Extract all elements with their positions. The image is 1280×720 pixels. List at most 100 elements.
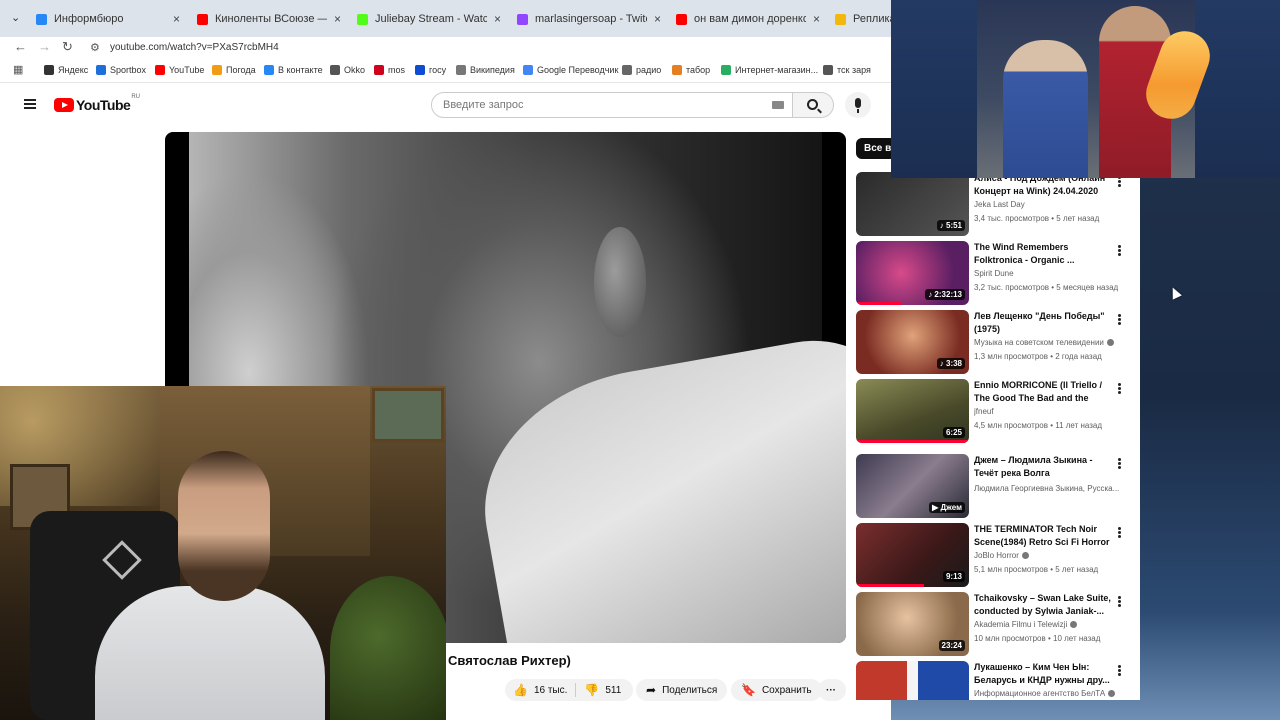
voice-search-icon[interactable] (845, 92, 871, 118)
bookmark[interactable]: Погода (212, 65, 256, 75)
bookmark[interactable]: госу (415, 65, 446, 75)
tab[interactable]: Информбюро × (36, 7, 180, 31)
like-count[interactable]: 16 тыс. (534, 685, 567, 696)
video-thumbnail[interactable] (856, 661, 969, 700)
video-title: Святослав Рихтер) (448, 653, 571, 668)
more-actions-icon[interactable]: ··· (818, 679, 846, 701)
related-video[interactable]: Лукашенко – Ким Чен Ын: Беларусь и КНДР … (856, 661, 1136, 700)
related-mix[interactable]: ▶ Джем Джем – Людмила Зыкина - Течёт рек… (856, 454, 1136, 518)
video-meta: 10 млн просмотров • 10 лет назад (974, 634, 1101, 643)
more-options-icon[interactable] (1118, 596, 1121, 599)
close-icon[interactable]: × (654, 12, 661, 26)
video-thumbnail[interactable]: 6:25 (856, 379, 969, 443)
channel-name[interactable]: Музыка на советском телевидении (974, 338, 1124, 347)
related-title[interactable]: Лев Лещенко "День Победы" (1975) (974, 310, 1112, 336)
forward-icon[interactable]: → (38, 39, 51, 54)
close-icon[interactable]: × (334, 12, 341, 26)
bookmark[interactable]: Интернет-магазин... (721, 65, 818, 75)
filter-chip-all[interactable]: Все ви (856, 138, 896, 159)
channel-name[interactable]: jfneuf (974, 407, 1124, 416)
bookmark[interactable]: YouTube (155, 65, 204, 75)
search-button[interactable] (793, 92, 834, 118)
related-video[interactable]: 6:25 Ennio MORRICONE (Il Triello / The G… (856, 379, 1136, 443)
related-title[interactable]: Джем – Людмила Зыкина - Течёт река Волга (974, 454, 1112, 480)
save-button[interactable]: 🔖 Сохранить (731, 679, 822, 701)
apps-grid-icon[interactable]: ▦ (13, 63, 23, 76)
more-options-icon[interactable] (1118, 665, 1121, 668)
bookmark[interactable]: Google Переводчик (523, 65, 618, 75)
bookmark-label: тск заря (837, 65, 871, 75)
related-video[interactable]: 9:13 THE TERMINATOR Tech Noir Scene(1984… (856, 523, 1136, 587)
duration-badge: 9:13 (942, 571, 965, 582)
channel-name[interactable]: Spirit Dune (974, 269, 1124, 278)
channel-name[interactable]: Jeka Last Day (974, 200, 1124, 209)
tab-search-icon[interactable]: ⌄ (11, 11, 25, 25)
channel-name[interactable]: Akademia Filmu i Telewizji (974, 620, 1124, 629)
bookmark[interactable]: mos (374, 65, 405, 75)
bookmark[interactable]: Okko (330, 65, 365, 75)
tab[interactable]: Киноленты ВСоюзе — смотреть × (197, 7, 341, 31)
more-options-icon[interactable] (1118, 458, 1121, 461)
channel-label: Akademia Filmu i Telewizji (974, 620, 1068, 629)
related-title[interactable]: THE TERMINATOR Tech Noir Scene(1984) Ret… (974, 523, 1112, 549)
bookmark[interactable]: Яндекс (44, 65, 88, 75)
tab[interactable]: он вам димон доренко - YouTube × (676, 7, 820, 31)
bookmark[interactable]: Википедия (456, 65, 515, 75)
share-button[interactable]: ➦ Поделиться (636, 679, 728, 701)
twitch-icon (517, 13, 528, 25)
more-options-icon[interactable] (1118, 527, 1121, 530)
more-options-icon[interactable] (1118, 383, 1121, 386)
related-title[interactable]: Ennio MORRICONE (Il Triello / The Good T… (974, 379, 1112, 405)
video-thumbnail[interactable]: 23:24 (856, 592, 969, 656)
video-thumbnail[interactable]: 9:13 (856, 523, 969, 587)
more-options-icon[interactable] (1118, 314, 1121, 317)
verified-icon (1108, 690, 1116, 698)
related-video[interactable]: ♪ 3:38 Лев Лещенко "День Победы" (1975) … (856, 310, 1136, 374)
bookmark[interactable]: табор (672, 65, 710, 75)
keyboard-icon[interactable] (772, 101, 784, 109)
bookmark-label: Википедия (470, 65, 515, 75)
bookmark[interactable]: радио (622, 65, 661, 75)
site-icon (835, 13, 846, 25)
thumbs-down-icon[interactable]: 👎 (584, 683, 599, 697)
search-input[interactable]: Введите запрос (431, 92, 793, 118)
tab[interactable]: marlasingersoap - Twitch × (517, 7, 661, 31)
bookmark-label: В контакте (278, 65, 323, 75)
video-thumbnail[interactable]: ▶ Джем (856, 454, 969, 518)
url-bar[interactable]: youtube.com/watch?v=PXaS7rcbMH4 (110, 42, 279, 53)
video-thumbnail[interactable]: ♪ 2:32:13 (856, 241, 969, 305)
related-title[interactable]: Лукашенко – Ким Чен Ын: Беларусь и КНДР … (974, 661, 1112, 687)
channel-name[interactable]: Информационное агентство БелТА (974, 689, 1124, 698)
performer-figure (1003, 40, 1088, 178)
related-video[interactable]: 23:24 Tchaikovsky – Swan Lake Suite, con… (856, 592, 1136, 656)
related-video[interactable]: ♪ 2:32:13 The Wind Remembers Folktronica… (856, 241, 1136, 305)
tab[interactable]: Juliebay Stream - Watch Live on × (357, 7, 501, 31)
thumbs-up-icon[interactable]: 👍 (513, 683, 528, 697)
tab[interactable]: Реплика Дем (835, 7, 891, 31)
close-icon[interactable]: × (494, 12, 501, 26)
verified-icon (1106, 339, 1114, 347)
video-thumbnail[interactable]: ♪ 5:51 (856, 172, 969, 236)
bookmark-label: Яндекс (58, 65, 89, 75)
channel-name[interactable]: Людмила Георгиевна Зыкина, Русска... (974, 484, 1124, 493)
bookmark[interactable]: тск заря (823, 65, 871, 75)
related-title[interactable]: Tchaikovsky – Swan Lake Suite, conducted… (974, 592, 1112, 618)
back-icon[interactable]: ← (14, 39, 27, 54)
bookmark-label: Google Переводчик (537, 65, 619, 75)
video-thumbnail[interactable]: ♪ 3:38 (856, 310, 969, 374)
bookmark-icon (415, 65, 425, 75)
related-title[interactable]: The Wind Remembers Folktronica - Organic… (974, 241, 1112, 267)
channel-name[interactable]: JoBlo Horror (974, 551, 1124, 560)
bookmark[interactable]: Sportbox (96, 65, 146, 75)
reload-icon[interactable]: ↻ (62, 39, 73, 55)
site-info-icon[interactable]: ⚙ (90, 41, 100, 54)
video-meta: 3,2 тыс. просмотров • 5 месяцев назад (974, 283, 1119, 292)
youtube-logo[interactable]: YouTube RU (54, 94, 140, 113)
close-icon[interactable]: × (173, 12, 180, 26)
bookmark[interactable]: В контакте (264, 65, 323, 75)
share-label: Поделиться (662, 684, 718, 696)
related-video[interactable]: ♪ 5:51 Алиса - Под Дождём (Онлайн Концер… (856, 172, 1136, 236)
close-icon[interactable]: × (813, 12, 820, 26)
more-options-icon[interactable] (1118, 245, 1121, 248)
hamburger-menu-icon[interactable] (24, 99, 36, 109)
